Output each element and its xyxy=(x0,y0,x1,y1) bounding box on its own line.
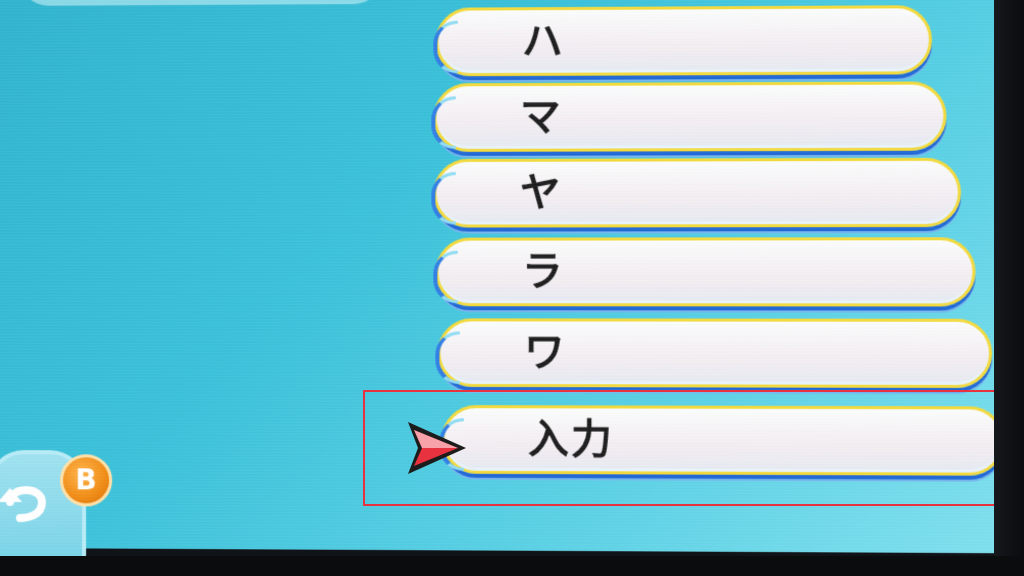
return-arrow-icon xyxy=(0,485,46,522)
kana-row-menu: ハ マ ヤ ラ ワ 入力 xyxy=(423,0,1009,525)
top-arc-decoration xyxy=(19,0,383,6)
menu-item-label: ヤ xyxy=(519,169,563,217)
menu-item-wa[interactable]: ワ xyxy=(437,318,993,389)
menu-item-ra[interactable]: ラ xyxy=(435,237,976,307)
menu-item-input[interactable]: 入力 xyxy=(441,405,1005,476)
game-screen: ハ マ ヤ ラ ワ 入力 B xyxy=(0,0,1024,576)
device-bezel-bottom xyxy=(0,556,1024,576)
device-bezel-right xyxy=(994,0,1024,576)
menu-item-ya[interactable]: ヤ xyxy=(433,157,962,228)
menu-item-label: ラ xyxy=(521,248,565,296)
menu-item-label: マ xyxy=(519,94,563,141)
menu-item-ha[interactable]: ハ xyxy=(435,5,932,77)
menu-item-label: ワ xyxy=(523,329,567,377)
menu-item-ma[interactable]: マ xyxy=(433,81,947,152)
menu-item-label: 入力 xyxy=(528,416,614,464)
touch-screen-panel: ハ マ ヤ ラ ワ 入力 B xyxy=(0,0,1020,576)
menu-item-label: ハ xyxy=(521,18,565,65)
pointer-triangle-icon xyxy=(408,422,466,474)
b-button-badge: B xyxy=(60,454,113,507)
